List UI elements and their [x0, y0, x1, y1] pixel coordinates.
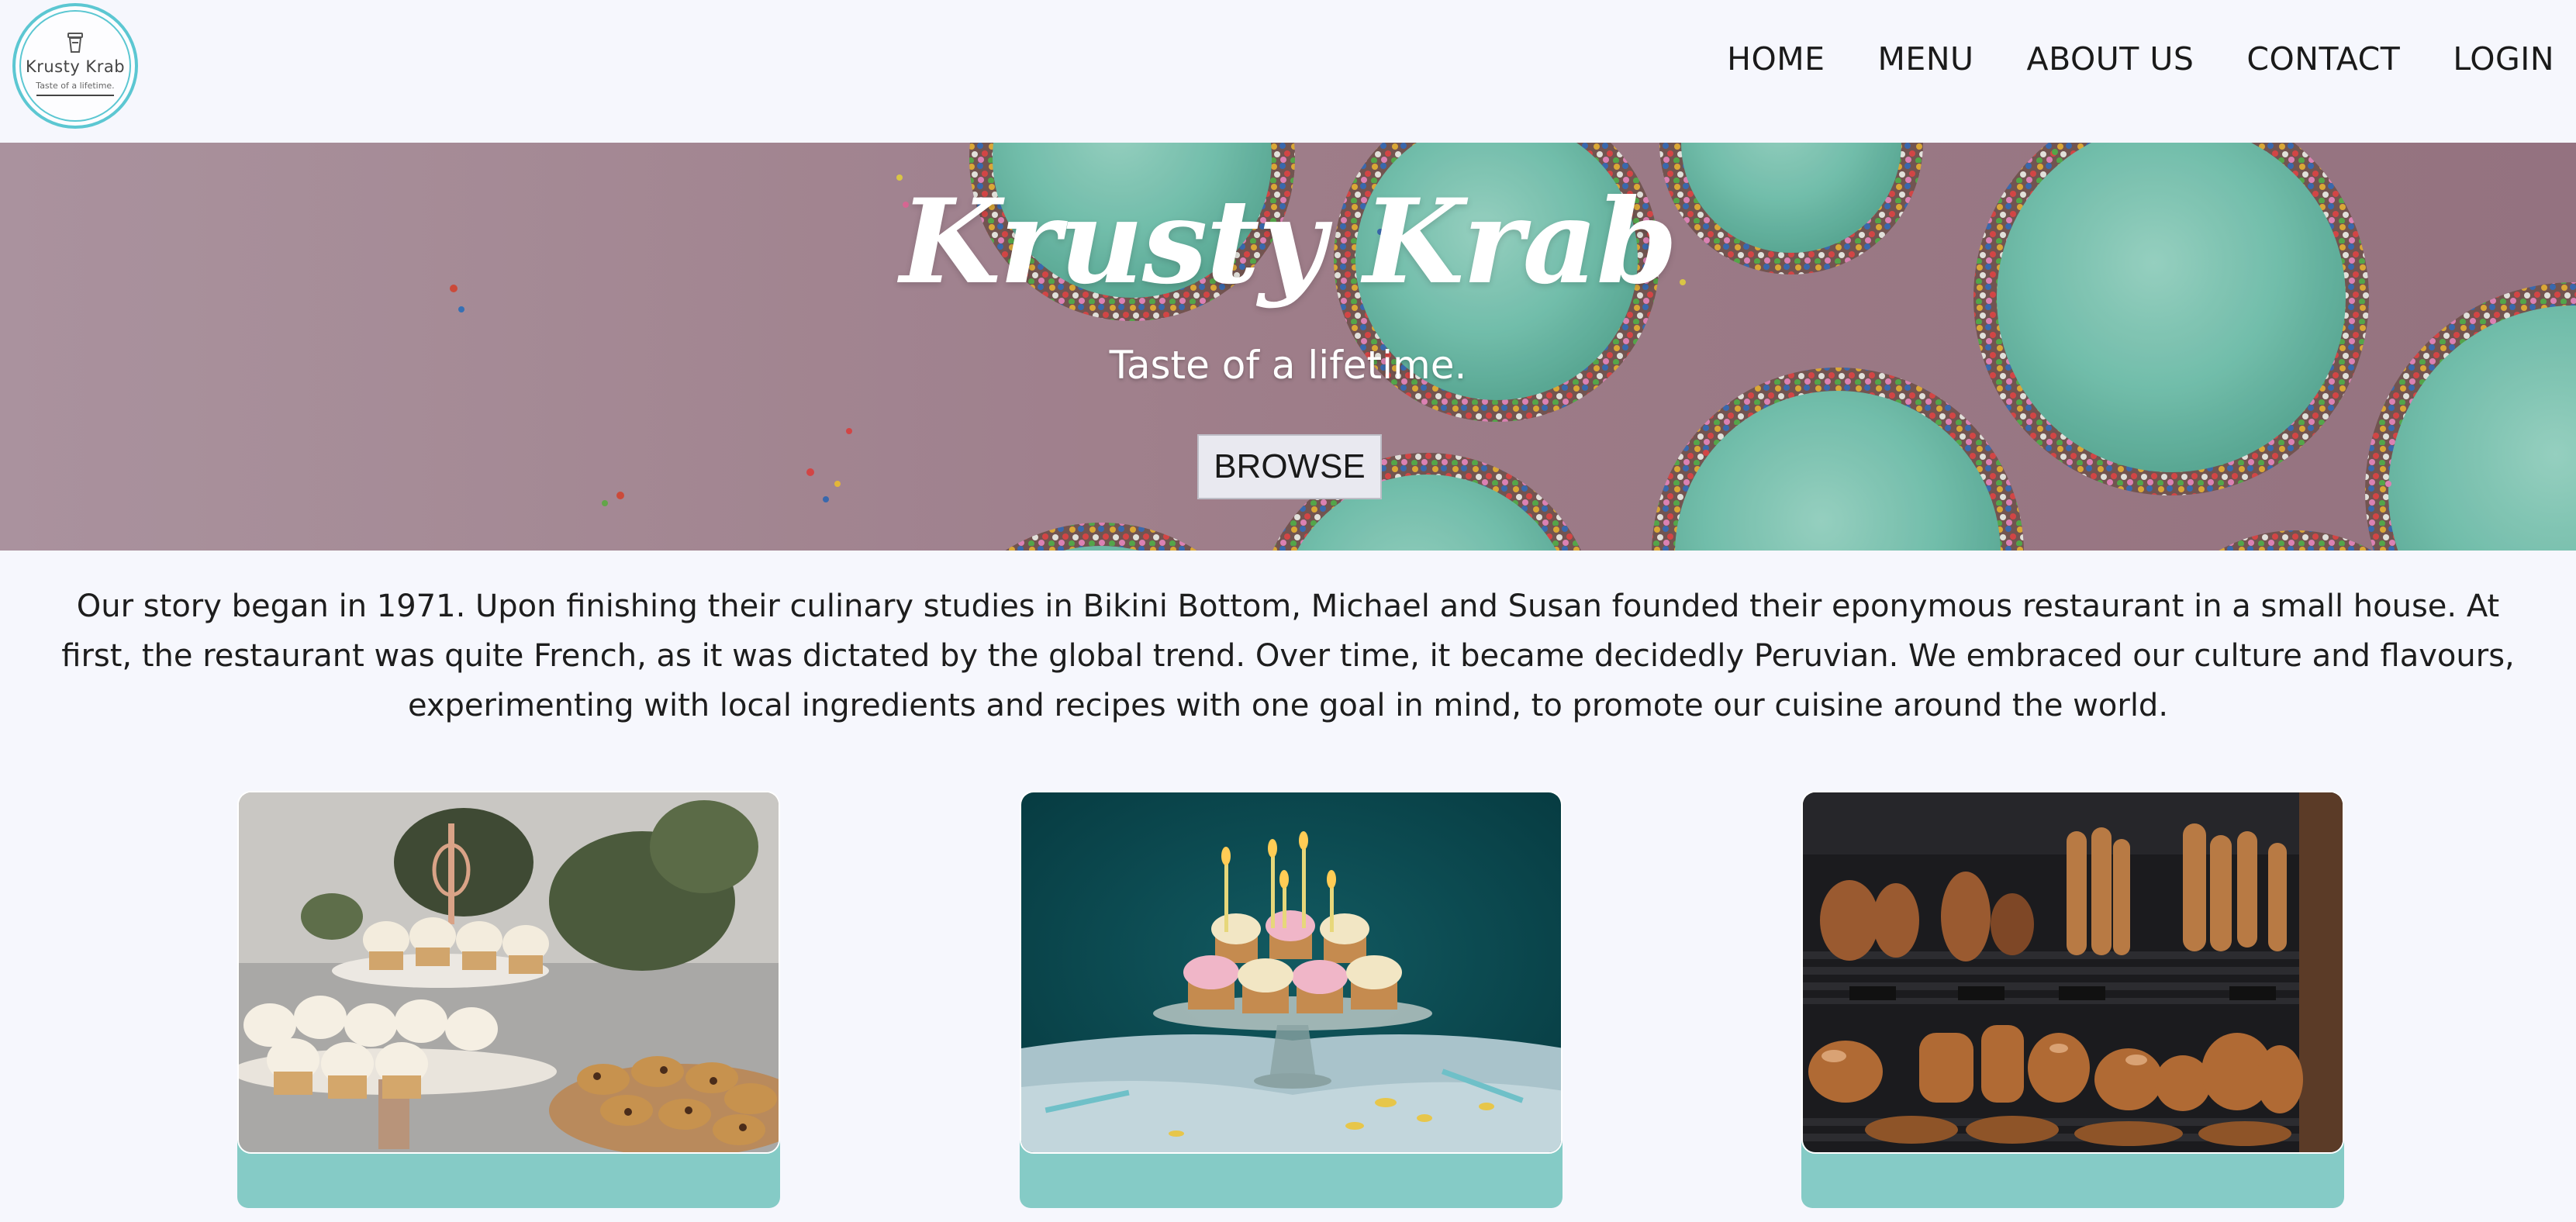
product-card[interactable]: [1020, 791, 1563, 1208]
nav-contact[interactable]: CONTACT: [2246, 40, 2400, 78]
navbar: Krusty Krab Taste of a lifetime. HOME ME…: [0, 0, 2576, 143]
birthday-cupcakes-photo: [1021, 792, 1561, 1152]
nav-home[interactable]: HOME: [1727, 40, 1825, 78]
logo[interactable]: Krusty Krab Taste of a lifetime.: [12, 3, 138, 129]
nav-about-us[interactable]: ABOUT US: [2027, 40, 2194, 78]
browse-button[interactable]: BROWSE: [1197, 434, 1382, 499]
logo-tagline: Taste of a lifetime.: [36, 81, 115, 91]
logo-title: Krusty Krab: [25, 57, 126, 76]
nav-menu[interactable]: MENU: [1878, 40, 1974, 78]
bakery-bread-shelf-photo: [1803, 792, 2343, 1152]
product-card[interactable]: [237, 791, 780, 1208]
product-card[interactable]: [1801, 791, 2344, 1208]
main-nav: HOME MENU ABOUT US CONTACT LOGIN: [1674, 40, 2554, 78]
nav-login[interactable]: LOGIN: [2453, 40, 2554, 78]
card-image[interactable]: [1801, 791, 2344, 1154]
hero-title: Krusty Krab: [900, 174, 1677, 310]
card-image[interactable]: [237, 791, 780, 1154]
hero-banner: Krusty Krab Taste of a lifetime. BROWSE: [0, 143, 2576, 551]
cup-icon: [67, 33, 83, 53]
story-paragraph: Our story began in 1971. Upon finishing …: [61, 589, 2515, 723]
cupcakes-and-cookies-photo: [239, 792, 779, 1152]
card-image[interactable]: [1020, 791, 1563, 1154]
logo-underline: [36, 95, 114, 96]
hero-subtitle: Taste of a lifetime.: [1109, 343, 1467, 388]
